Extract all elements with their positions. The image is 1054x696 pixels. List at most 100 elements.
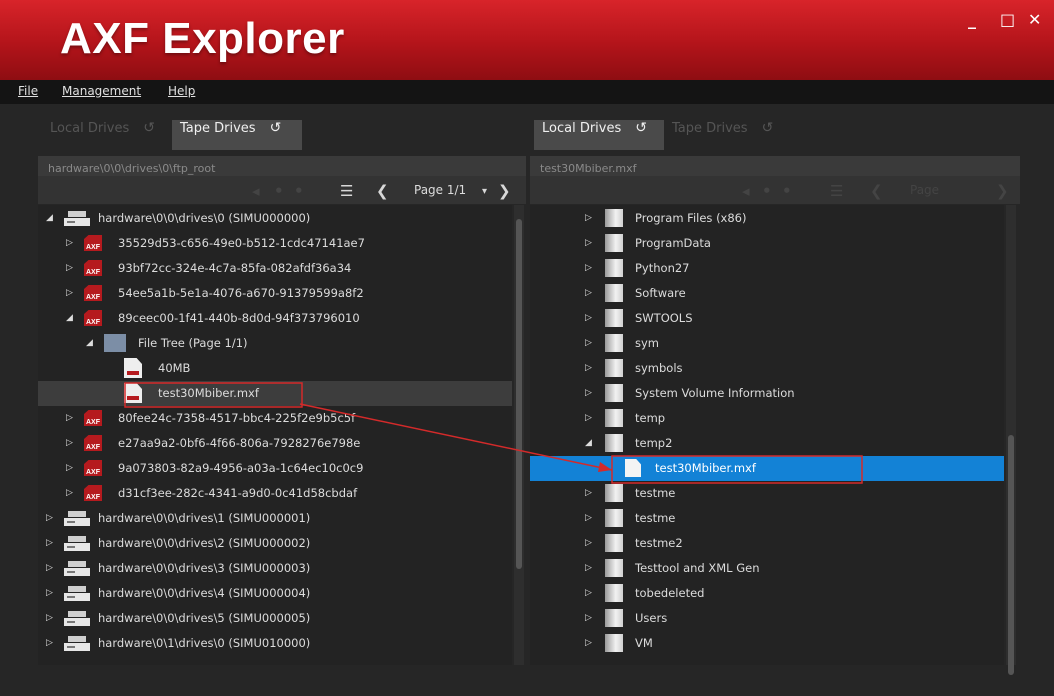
tree-row[interactable]: ▷ hardware\0\0\drives\2 (SIMU000002) [38,531,512,556]
tree-row-label: Python27 [635,261,690,275]
tree-row[interactable]: ▷ ProgramData [530,231,1004,256]
tree-row[interactable]: ▷ sym [530,331,1004,356]
tree-row[interactable]: ▷ temp [530,406,1004,431]
refresh-icon[interactable]: ↺ [635,120,647,136]
scroll-thumb[interactable] [1008,435,1014,675]
tree-row[interactable]: ▷ tobedeleted [530,581,1004,606]
tree-row[interactable]: ▷ Program Files (x86) [530,206,1004,231]
tree-row-label: tobedeleted [635,586,705,600]
minimize-button[interactable]: _ [968,10,976,29]
expanded-arrow-icon[interactable]: ◢ [86,331,93,356]
collapsed-arrow-icon[interactable]: ▷ [585,581,592,606]
list-view-icon[interactable]: ☰ [340,182,353,200]
right-tree: ▷ Program Files (x86) ▷ ProgramData ▷ Python2… [530,205,1004,665]
collapsed-arrow-icon[interactable]: ▷ [585,356,592,381]
collapsed-arrow-icon[interactable]: ▷ [66,456,73,481]
expanded-arrow-icon[interactable]: ◢ [46,206,53,231]
axf-icon: AXF [84,410,102,426]
prev-page-icon[interactable]: ❮ [376,182,389,200]
collapsed-arrow-icon[interactable]: ▷ [46,606,53,631]
maximize-button[interactable]: □ [1000,10,1015,29]
collapsed-arrow-icon[interactable]: ▷ [66,431,73,456]
collapsed-arrow-icon[interactable]: ▷ [46,531,53,556]
next-page-icon[interactable]: ❯ [498,182,511,200]
tree-row[interactable]: ▷ AXF 54ee5a1b-5e1a-4076-a670-91379599a8f2 [38,281,512,306]
collapsed-arrow-icon[interactable]: ▷ [585,381,592,406]
tree-row[interactable]: ▷ testme2 [530,531,1004,556]
tree-row[interactable]: ▷ Users [530,606,1004,631]
left-scrollbar[interactable] [514,205,524,665]
collapsed-arrow-icon[interactable]: ▷ [585,331,592,356]
tree-row[interactable]: ▷ VM [530,631,1004,656]
list-view-icon: ☰ [830,182,844,200]
refresh-icon[interactable]: ↺ [143,120,155,136]
close-button[interactable]: ✕ [1028,10,1041,29]
tree-row[interactable]: 40MB [38,356,512,381]
expanded-arrow-icon[interactable]: ◢ [585,431,592,456]
tree-row[interactable]: test30Mbiber.mxf [38,381,512,406]
refresh-icon[interactable]: ↺ [762,120,774,136]
tree-row[interactable]: ▷ testme [530,481,1004,506]
menu-file[interactable]: File [18,84,38,98]
collapsed-arrow-icon[interactable]: ▷ [585,531,592,556]
collapsed-arrow-icon[interactable]: ▷ [46,556,53,581]
tree-row[interactable]: ▷ hardware\0\0\drives\3 (SIMU000003) [38,556,512,581]
collapsed-arrow-icon[interactable]: ▷ [585,481,592,506]
mxf-file-icon [124,358,142,378]
refresh-icon[interactable]: ↺ [270,120,282,136]
collapsed-arrow-icon[interactable]: ▷ [66,231,73,256]
collapsed-arrow-icon[interactable]: ▷ [585,306,592,331]
right-scrollbar[interactable] [1006,205,1016,675]
tree-row[interactable]: ◢ hardware\0\0\drives\0 (SIMU000000) [38,206,512,231]
collapsed-arrow-icon[interactable]: ▷ [585,506,592,531]
tree-row[interactable]: ▷ hardware\0\1\drives\0 (SIMU010000) [38,631,512,656]
tree-row[interactable]: ▷ hardware\0\0\drives\1 (SIMU000001) [38,506,512,531]
collapsed-arrow-icon[interactable]: ▷ [585,206,592,231]
collapsed-arrow-icon[interactable]: ▷ [585,556,592,581]
chevron-down-icon[interactable]: ▾ [482,186,487,197]
tree-row[interactable]: ▷ Testtool and XML Gen [530,556,1004,581]
collapsed-arrow-icon[interactable]: ▷ [585,406,592,431]
collapsed-arrow-icon[interactable]: ▷ [66,256,73,281]
tree-row[interactable]: ▷ AXF d31cf3ee-282c-4341-a9d0-0c41d58cbdaf [38,481,512,506]
tree-row[interactable]: ▷ symbols [530,356,1004,381]
page-indicator[interactable]: Page 1/1 [414,183,466,197]
collapsed-arrow-icon[interactable]: ▷ [585,231,592,256]
left-tab-tape-drives[interactable]: Tape Drives ↺ [172,120,302,150]
tree-row[interactable]: ◢ AXF 89ceec00-1f41-440b-8d0d-94f373796010 [38,306,512,331]
tree-row[interactable]: ◢ File Tree (Page 1/1) [38,331,512,356]
collapsed-arrow-icon[interactable]: ▷ [585,256,592,281]
collapsed-arrow-icon[interactable]: ▷ [66,281,73,306]
expanded-arrow-icon[interactable]: ◢ [66,306,73,331]
tree-row[interactable]: test30Mbiber.mxf [530,456,1004,481]
menu-help[interactable]: Help [168,84,195,98]
tree-row[interactable]: ◢ temp2 [530,431,1004,456]
right-tab-local-drives[interactable]: Local Drives ↺ [534,120,664,150]
tree-row[interactable]: ▷ AXF 93bf72cc-324e-4c7a-85fa-082afdf36a34 [38,256,512,281]
collapsed-arrow-icon[interactable]: ▷ [46,581,53,606]
tree-row-label: hardware\0\1\drives\0 (SIMU010000) [98,636,311,650]
tree-row[interactable]: ▷ System Volume Information [530,381,1004,406]
tree-row[interactable]: ▷ SWTOOLS [530,306,1004,331]
tree-row[interactable]: ▷ AXF 35529d53-c656-49e0-b512-1cdc47141ae7 [38,231,512,256]
right-tab-tape-drives[interactable]: Tape Drives ↺ [664,120,794,150]
collapsed-arrow-icon[interactable]: ▷ [46,631,53,656]
tree-row[interactable]: ▷ hardware\0\0\drives\5 (SIMU000005) [38,606,512,631]
collapsed-arrow-icon[interactable]: ▷ [585,606,592,631]
collapsed-arrow-icon[interactable]: ▷ [585,631,592,656]
next-page-icon: ❯ [996,182,1009,200]
collapsed-arrow-icon[interactable]: ▷ [585,281,592,306]
collapsed-arrow-icon[interactable]: ▷ [46,506,53,531]
menu-management[interactable]: Management [62,84,141,98]
tree-row[interactable]: ▷ Python27 [530,256,1004,281]
collapsed-arrow-icon[interactable]: ▷ [66,481,73,506]
tree-row[interactable]: ▷ AXF 9a073803-82a9-4956-a03a-1c64ec10c0c9 [38,456,512,481]
collapsed-arrow-icon[interactable]: ▷ [66,406,73,431]
left-tab-local-drives[interactable]: Local Drives ↺ [42,120,172,150]
tree-row[interactable]: ▷ hardware\0\0\drives\4 (SIMU000004) [38,581,512,606]
tree-row[interactable]: ▷ AXF 80fee24c-7358-4517-bbc4-225f2e9b5c5f [38,406,512,431]
scroll-thumb[interactable] [516,219,522,569]
tree-row[interactable]: ▷ Software [530,281,1004,306]
tree-row[interactable]: ▷ AXF e27aa9a2-0bf6-4f66-806a-7928276e798e [38,431,512,456]
tree-row[interactable]: ▷ testme [530,506,1004,531]
